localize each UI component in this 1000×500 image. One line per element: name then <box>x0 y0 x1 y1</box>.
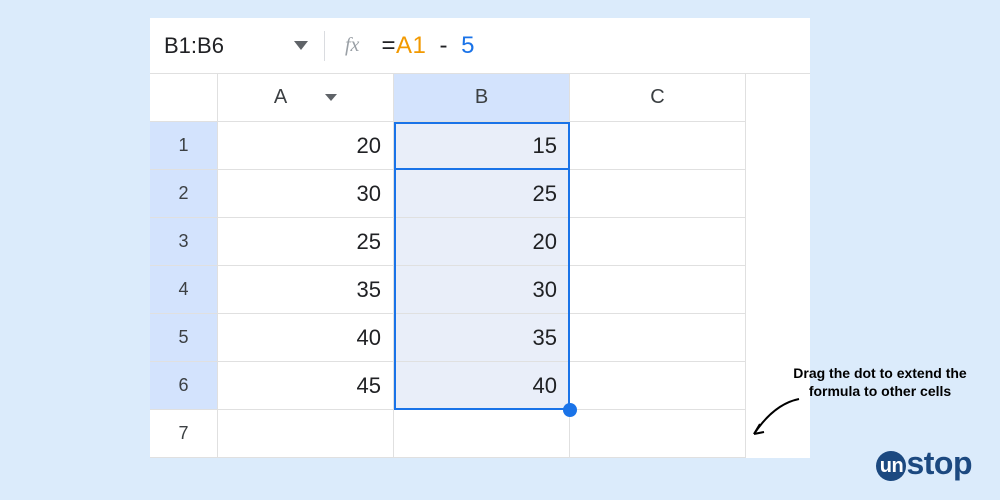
cell-a1[interactable]: 20 <box>218 122 394 170</box>
formula-toolbar: B1:B6 fx =A1 - 5 <box>150 18 810 74</box>
toolbar-divider <box>324 31 325 61</box>
formula-number: 5 <box>461 32 475 59</box>
cell-b1[interactable]: 15 <box>394 122 570 170</box>
row-header-7[interactable]: 7 <box>150 410 218 458</box>
cell-a3[interactable]: 25 <box>218 218 394 266</box>
logo-prefix: un <box>876 451 906 481</box>
cell-c7[interactable] <box>570 410 746 458</box>
fx-icon: fx <box>345 34 359 57</box>
row-header-1[interactable]: 1 <box>150 122 218 170</box>
cell-a4[interactable]: 35 <box>218 266 394 314</box>
name-box[interactable]: B1:B6 <box>164 33 274 59</box>
column-label: B <box>475 86 488 109</box>
cell-c5[interactable] <box>570 314 746 362</box>
row-header-5[interactable]: 5 <box>150 314 218 362</box>
formula-operator: - <box>439 32 448 59</box>
row-header-3[interactable]: 3 <box>150 218 218 266</box>
cell-b4[interactable]: 30 <box>394 266 570 314</box>
name-box-dropdown-icon[interactable] <box>294 41 308 50</box>
row-header-6[interactable]: 6 <box>150 362 218 410</box>
spreadsheet-window: B1:B6 fx =A1 - 5 A B C 1 20 15 2 30 25 3… <box>150 18 810 458</box>
formula-equals: = <box>381 32 396 59</box>
cell-b6[interactable]: 40 <box>394 362 570 410</box>
column-header-a[interactable]: A <box>218 74 394 122</box>
brand-logo: unstop <box>876 445 972 482</box>
cell-c2[interactable] <box>570 170 746 218</box>
cell-a5[interactable]: 40 <box>218 314 394 362</box>
column-header-c[interactable]: C <box>570 74 746 122</box>
cell-b7[interactable] <box>394 410 570 458</box>
cell-c4[interactable] <box>570 266 746 314</box>
cell-b3[interactable]: 20 <box>394 218 570 266</box>
cell-b2[interactable]: 25 <box>394 170 570 218</box>
row-header-2[interactable]: 2 <box>150 170 218 218</box>
logo-suffix: stop <box>906 445 972 481</box>
column-header-b[interactable]: B <box>394 74 570 122</box>
cell-a6[interactable]: 45 <box>218 362 394 410</box>
grid[interactable]: A B C 1 20 15 2 30 25 3 25 20 4 35 30 5 … <box>150 74 810 458</box>
column-label: A <box>274 86 287 109</box>
formula-bar[interactable]: =A1 - 5 <box>381 32 475 60</box>
cell-a7[interactable] <box>218 410 394 458</box>
fill-handle[interactable] <box>563 403 577 417</box>
annotation-arrow-icon <box>744 394 804 444</box>
cell-a2[interactable]: 30 <box>218 170 394 218</box>
cell-b5[interactable]: 35 <box>394 314 570 362</box>
cell-c3[interactable] <box>570 218 746 266</box>
cell-c1[interactable] <box>570 122 746 170</box>
annotation-text: Drag the dot to extend the formula to ot… <box>790 364 970 400</box>
row-header-4[interactable]: 4 <box>150 266 218 314</box>
formula-cell-ref: A1 <box>396 32 426 59</box>
select-all-corner[interactable] <box>150 74 218 122</box>
cell-c6[interactable] <box>570 362 746 410</box>
column-label: C <box>650 86 664 109</box>
column-menu-icon[interactable] <box>325 94 337 101</box>
